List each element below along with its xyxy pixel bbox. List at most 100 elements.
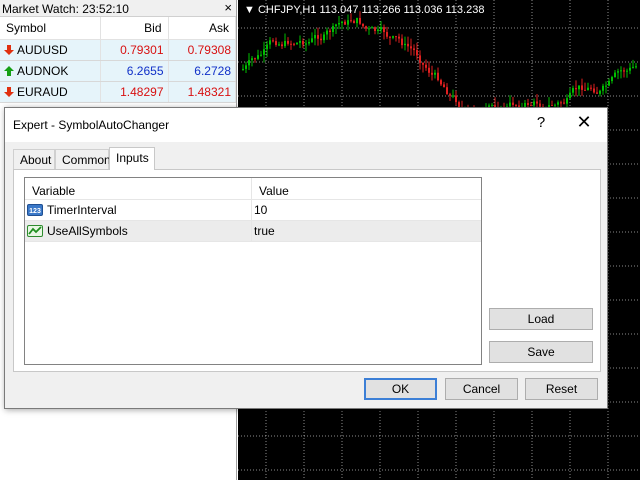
- candle-body: [350, 20, 352, 22]
- candle-body: [389, 36, 391, 38]
- arrow-down-icon: [4, 44, 14, 55]
- tab-inputs[interactable]: Inputs: [109, 147, 155, 170]
- candle-body: [398, 36, 400, 39]
- chart-title-text: CHFJPY,H1 113.047 113.266 113.036 113.23…: [257, 4, 485, 16]
- candle-body: [434, 72, 436, 75]
- candle-body: [632, 66, 634, 68]
- inputs-grid: Variable Value 123 TimerInterval 10 UseA…: [24, 177, 482, 365]
- candle-body: [620, 70, 622, 72]
- symbol-cell[interactable]: EURAUD: [0, 81, 101, 103]
- candle-body: [245, 65, 247, 69]
- symbol-column-header[interactable]: Symbol: [0, 17, 101, 40]
- tab-about[interactable]: About: [13, 149, 55, 169]
- market-watch-title: Market Watch: 23:52:10: [2, 2, 129, 16]
- candle-body: [374, 27, 376, 31]
- svg-text:123: 123: [29, 208, 41, 215]
- candle-body: [401, 38, 403, 46]
- market-watch-close-icon[interactable]: ×: [224, 0, 232, 15]
- candle-body: [341, 21, 343, 24]
- boolean-icon: [27, 225, 43, 237]
- candle-body: [251, 58, 253, 61]
- candle-body: [416, 50, 418, 56]
- tab-common[interactable]: Common: [55, 149, 111, 169]
- candle-body: [338, 23, 340, 25]
- symbol-cell[interactable]: AUDUSD: [0, 39, 101, 61]
- bid-value: 0.79301: [120, 42, 164, 57]
- candle-body: [509, 102, 511, 107]
- candle-body: [446, 87, 448, 95]
- market-watch-row[interactable]: AUDNOK 6.2655 6.2728: [0, 60, 236, 82]
- candle-body: [284, 40, 286, 47]
- candle-body: [440, 80, 442, 85]
- candle-body: [371, 27, 373, 29]
- candle-body: [557, 102, 559, 105]
- bid-value: 6.2655: [126, 63, 164, 78]
- candle-body: [332, 26, 334, 32]
- candle-body: [329, 30, 331, 32]
- bid-column-header[interactable]: Bid: [100, 17, 169, 40]
- candle-body: [257, 55, 259, 59]
- save-button[interactable]: Save: [489, 341, 593, 363]
- candle-body: [353, 20, 355, 24]
- input-row-useallsymbols[interactable]: UseAllSymbols true: [25, 221, 481, 242]
- chart-title: ▼ CHFJPY,H1 113.047 113.266 113.036 113.…: [244, 4, 484, 16]
- market-watch-row[interactable]: AUDUSD 0.79301 0.79308: [0, 39, 236, 61]
- symbol-name: AUDUSD: [17, 42, 68, 57]
- chart-menu-icon[interactable]: ▼: [244, 4, 258, 16]
- bid-cell: 1.48297: [100, 81, 169, 103]
- ask-cell: 1.48321: [168, 81, 236, 103]
- candle-body: [308, 41, 310, 44]
- candle-body: [536, 101, 538, 104]
- candle-body: [254, 58, 256, 60]
- candle-body: [629, 67, 631, 71]
- candle-body: [344, 21, 346, 25]
- candle-body: [605, 85, 607, 87]
- candle-body: [299, 40, 301, 43]
- ask-column-header[interactable]: Ask: [168, 17, 236, 40]
- candle-body: [356, 17, 358, 24]
- candle-body: [362, 23, 364, 27]
- candle-body: [566, 98, 568, 104]
- market-watch-row[interactable]: EURAUD 1.48297 1.48321: [0, 81, 236, 103]
- symbol-cell[interactable]: AUDNOK: [0, 60, 101, 82]
- close-icon[interactable]: ✕: [575, 112, 593, 133]
- reset-button[interactable]: Reset: [525, 378, 598, 400]
- candle-body: [431, 72, 433, 75]
- dialog-titlebar[interactable]: Expert - SymbolAutoChanger ? ✕: [5, 108, 607, 142]
- variable-value[interactable]: 10: [252, 203, 267, 217]
- candle-body: [455, 95, 457, 103]
- value-column-header[interactable]: Value: [252, 178, 481, 199]
- candle-body: [386, 32, 388, 37]
- candle-body: [428, 67, 430, 73]
- inputs-panel: Variable Value 123 TimerInterval 10 UseA…: [13, 169, 601, 372]
- variable-column-header[interactable]: Variable: [25, 178, 252, 199]
- candle-body: [269, 40, 271, 45]
- candle-body: [617, 71, 619, 73]
- candle-body: [419, 55, 421, 63]
- expert-dialog: Expert - SymbolAutoChanger ? ✕ About Com…: [4, 107, 608, 409]
- candle-body: [395, 36, 397, 38]
- input-row-timerinterval[interactable]: 123 TimerInterval 10: [25, 200, 481, 221]
- symbol-name: AUDNOK: [17, 63, 69, 78]
- candle-body: [293, 43, 295, 45]
- ok-button[interactable]: OK: [364, 378, 437, 400]
- candle-body: [623, 70, 625, 72]
- candle-body: [554, 104, 556, 106]
- candle-body: [635, 66, 637, 68]
- candle-body: [443, 84, 445, 88]
- market-watch-table: Symbol Bid Ask AUDUSD 0.79301 0.79308 AUDNO…: [0, 17, 236, 103]
- bid-cell: 0.79301: [100, 39, 169, 61]
- ask-value: 1.48321: [187, 84, 231, 99]
- candle-body: [347, 20, 349, 25]
- variable-value[interactable]: true: [252, 224, 275, 238]
- help-icon[interactable]: ?: [533, 114, 549, 131]
- load-button[interactable]: Load: [489, 308, 593, 330]
- cancel-button[interactable]: Cancel: [445, 378, 518, 400]
- ask-cell: 6.2728: [168, 60, 236, 82]
- candle-body: [593, 88, 595, 93]
- candle-body: [581, 85, 583, 90]
- candle-body: [572, 88, 574, 93]
- candle-body: [590, 87, 592, 89]
- candle-body: [515, 104, 517, 106]
- candle-body: [296, 42, 298, 45]
